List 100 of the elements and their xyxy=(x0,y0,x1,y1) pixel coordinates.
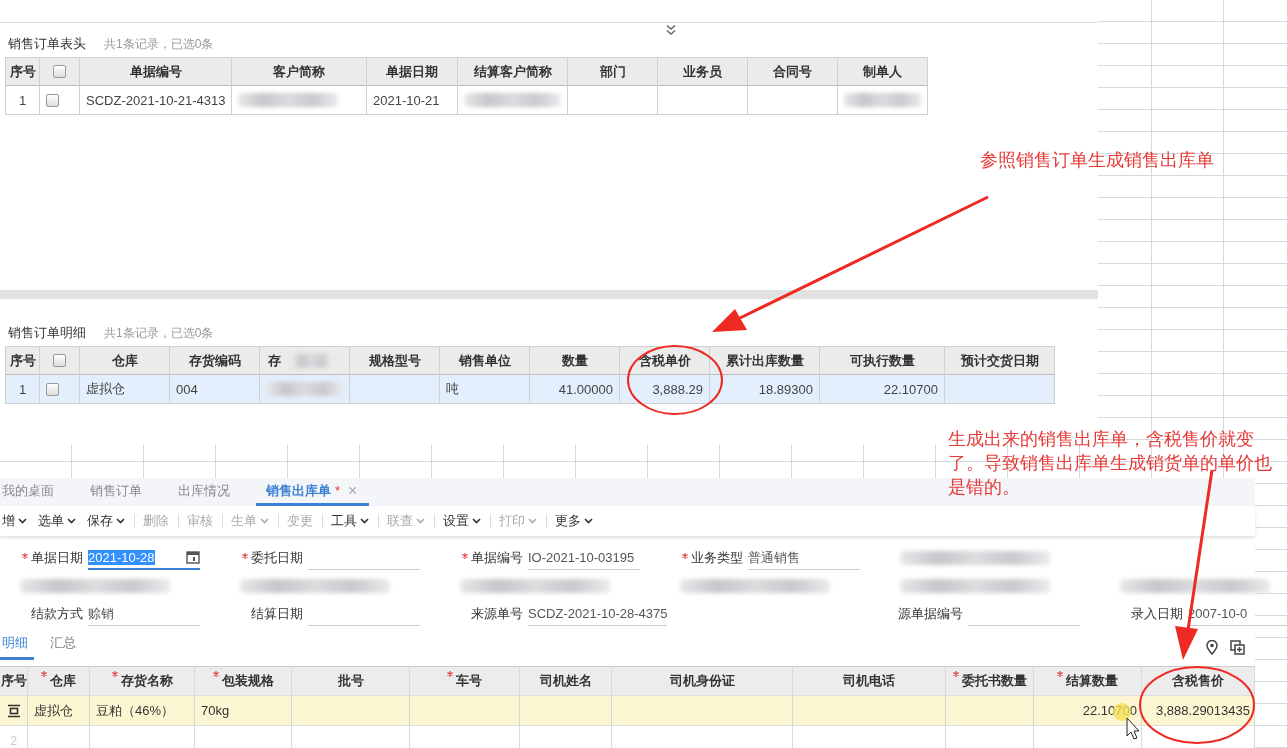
column-header: 制单人 xyxy=(838,57,928,86)
column-header: 可执行数量 xyxy=(820,346,945,375)
table-row[interactable]: 1 SCDZ-2021-10-21-4313 2021-10-21 xyxy=(5,86,1098,115)
tab[interactable]: 销售出库单 * × xyxy=(256,478,370,506)
table-cell: 吨 xyxy=(440,375,530,404)
column-header: 销售单位 xyxy=(440,346,530,375)
table-cell: 1 xyxy=(5,86,40,115)
redacted-blur xyxy=(292,354,332,368)
column-header: 司机身份证 xyxy=(669,672,735,690)
tab[interactable]: 出库情况 xyxy=(168,478,242,506)
column-header: 累计出库数量 xyxy=(710,346,820,375)
date-field[interactable]: 2021-10-28 xyxy=(88,546,200,570)
column-header: 单据编号 xyxy=(80,57,232,86)
field-label: 委托日期 xyxy=(251,549,303,567)
field-label: 业务类型 xyxy=(691,549,743,567)
column-header: 结算数量 xyxy=(1066,672,1118,690)
table-cell: 1 xyxy=(5,375,40,404)
table-cell: 虚拟仓 xyxy=(80,375,170,404)
table-cell: SCDZ-2021-10-21-4313 xyxy=(80,86,232,115)
table-cell: 2021-10-21 xyxy=(367,86,458,115)
toolbar-button[interactable]: 选单 xyxy=(36,512,85,530)
caret-icon xyxy=(260,518,269,524)
tab[interactable]: 销售订单 xyxy=(80,478,154,506)
toolbar-button[interactable]: 保存 xyxy=(85,512,134,530)
field-label: 结算日期 xyxy=(251,605,303,623)
column-header: 序号 xyxy=(5,57,40,86)
caret-icon xyxy=(528,518,537,524)
toolbar-button[interactable]: 工具 xyxy=(329,512,378,530)
field-label: 源单据编号 xyxy=(898,605,963,623)
row-edit-icon[interactable] xyxy=(6,703,21,718)
column-header: 司机电话 xyxy=(843,672,895,690)
column-header: 序号 xyxy=(5,346,40,375)
column-header: 客户简称 xyxy=(232,57,367,86)
input-field[interactable]: IO-2021-10-03195 xyxy=(528,546,640,570)
row-checkbox[interactable] xyxy=(46,382,59,396)
annotation-text: 生成出来的销售出库单，含税售价就变了。导致销售出库单生成销货单的单价也是错的。 xyxy=(948,428,1273,499)
calendar-icon[interactable] xyxy=(186,550,200,564)
collapse-chevron-icon[interactable] xyxy=(665,24,677,36)
record-summary: 共1条记录，已选0条 xyxy=(104,36,214,53)
table-row[interactable]: 1 虚拟仓 004 吨 41.00000 3,888.29 18.89300 22.10700 xyxy=(5,375,1098,404)
select-all-checkbox[interactable] xyxy=(53,65,66,78)
caret-icon xyxy=(416,518,425,524)
horizontal-scrollbar[interactable] xyxy=(0,290,1098,299)
record-summary: 共1条记录，已选0条 xyxy=(104,325,214,342)
column-header: 仓库 xyxy=(80,346,170,375)
annotation-text: 参照销售订单生成销售出库单 xyxy=(980,149,1214,172)
column-header: 仓库 xyxy=(50,672,76,690)
column-header: 委托书数量 xyxy=(961,672,1027,690)
column-header: 存货编码 xyxy=(170,346,260,375)
copy-add-icon[interactable] xyxy=(1230,640,1245,655)
caret-icon xyxy=(472,518,481,524)
table-cell: 虚拟仓 xyxy=(34,701,73,720)
field-label: 结款方式 xyxy=(31,605,83,623)
column-header: 合同号 xyxy=(748,57,838,86)
input-field[interactable]: 普通销售 xyxy=(748,546,860,570)
table-cell: 豆粕（46%） xyxy=(96,701,175,720)
section-title: 销售订单表头 xyxy=(8,35,86,53)
field-label: 录入日期 xyxy=(1131,605,1183,623)
toolbar-button[interactable]: 更多 xyxy=(553,512,602,530)
modified-mark: * xyxy=(335,483,341,498)
table-cell: 22.10700 xyxy=(820,375,945,404)
caret-icon xyxy=(18,518,27,524)
row-checkbox[interactable] xyxy=(46,93,59,107)
table-cell: 004 xyxy=(170,375,260,404)
toolbar-button[interactable]: 设置 xyxy=(441,512,490,530)
column-header: 序号 xyxy=(0,672,27,690)
column-header: 含税售价 xyxy=(1172,672,1224,690)
column-header: 车号 xyxy=(456,672,482,690)
tab[interactable]: 我的桌面 xyxy=(0,478,66,506)
table-cell: 18.89300 xyxy=(710,375,820,404)
column-header: 预计交货日期 xyxy=(945,346,1055,375)
field-label: 单据日期 xyxy=(31,549,83,567)
caret-icon xyxy=(584,518,593,524)
tab[interactable]: 明细 xyxy=(0,634,34,660)
table-cell: 3,888.29 xyxy=(620,375,710,404)
section-title: 销售订单明细 xyxy=(8,324,86,342)
column-header: 司机姓名 xyxy=(539,672,592,690)
input-field[interactable]: SCDZ-2021-10-28-4375 xyxy=(528,602,668,626)
column-header: 规格型号 xyxy=(350,346,440,375)
caret-icon xyxy=(116,518,125,524)
select-all-checkbox[interactable] xyxy=(53,354,66,367)
column-header: 存货名称 xyxy=(120,672,173,690)
column-header: 结算客户简称 xyxy=(458,57,568,86)
column-header: 批号 xyxy=(337,672,364,690)
column-header: 数量 xyxy=(530,346,620,375)
field-label: 单据编号 xyxy=(471,549,523,567)
table-cell: 3,888.29013435 xyxy=(1156,703,1250,718)
table-cell: 70kg xyxy=(201,703,230,718)
column-header: 包装规格 xyxy=(221,672,274,690)
column-header: 部门 xyxy=(568,57,658,86)
location-pin-icon[interactable] xyxy=(1206,640,1218,655)
column-header: 含税单价 xyxy=(620,346,710,375)
column-header: 业务员 xyxy=(658,57,748,86)
tab[interactable]: 汇总 xyxy=(48,634,82,660)
table-cell: 41.00000 xyxy=(530,375,620,404)
input-field[interactable]: 赊销 xyxy=(88,602,200,626)
toolbar-button[interactable]: 增 xyxy=(0,512,36,530)
caret-icon xyxy=(360,518,369,524)
caret-icon xyxy=(67,518,76,524)
field-label: 来源单号 xyxy=(471,605,523,623)
